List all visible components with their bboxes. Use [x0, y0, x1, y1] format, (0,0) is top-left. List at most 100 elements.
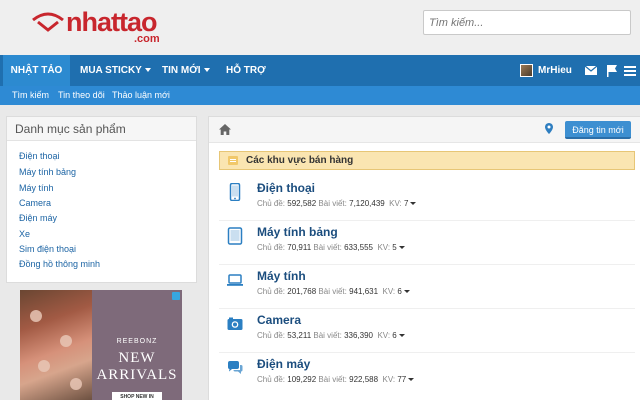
ad-headline-1: NEW	[118, 350, 156, 366]
category-stats: Chủ đề: 70,911 Bài viết: 633,555 KV: 5	[257, 243, 405, 252]
map-pin-icon[interactable]	[545, 123, 553, 134]
category-row: Máy tính bảng Chủ đề: 70,911 Bài viết: 6…	[219, 221, 635, 263]
subnav-item-tin-theo-doi[interactable]: Tin theo dõi	[58, 86, 105, 105]
ad-shop-button[interactable]: SHOP NEW IN	[112, 392, 162, 400]
stat-label: KV:	[382, 375, 396, 384]
topics-count: 109,292	[287, 375, 317, 384]
sidebar-item-dien-may[interactable]: Điện máy	[19, 213, 57, 223]
category-title[interactable]: Máy tính	[257, 269, 306, 283]
nav-item-tin-moi[interactable]: Tin mới	[162, 55, 210, 86]
chat-icon	[228, 361, 243, 374]
stat-label: Chủ đề:	[257, 199, 286, 208]
chevron-down-icon[interactable]	[398, 334, 405, 338]
sidebar-title: Danh mục sản phẩm	[7, 117, 196, 141]
stat-label: Bài viết:	[313, 331, 342, 340]
phone-icon	[229, 183, 241, 201]
stat-label: Bài viết:	[313, 243, 342, 252]
breadcrumb: Đăng tin mới	[209, 117, 640, 143]
home-icon[interactable]	[219, 124, 231, 135]
kv-count[interactable]: 6	[397, 287, 401, 296]
stat-label: Bài viết:	[318, 375, 347, 384]
sidebar-item-may-tinh[interactable]: Máy tính	[19, 183, 54, 193]
category-stats: Chủ đề: 592,582 Bài viết: 7,120,439 KV: …	[257, 199, 417, 208]
avatar	[520, 64, 533, 77]
cart-icon	[228, 156, 238, 165]
nav-item-label: Hỗ trợ	[226, 65, 266, 76]
site-logo[interactable]: nhattao .com	[30, 6, 170, 46]
sub-nav: Tìm kiếm Tin theo dõi Thảo luận mới	[0, 86, 640, 105]
ad-photo	[20, 290, 92, 400]
kv-count[interactable]: 5	[392, 243, 396, 252]
sidebar-item-dien-thoai[interactable]: Điện thoại	[19, 151, 60, 161]
user-menu[interactable]: MrHieu	[520, 60, 572, 81]
logo-sub: .com	[134, 33, 160, 45]
kv-count[interactable]: 7	[404, 199, 408, 208]
ad-brand: REEBONZ	[116, 338, 158, 345]
posts-count: 336,390	[344, 331, 373, 340]
kv-count[interactable]: 6	[392, 331, 396, 340]
category-title[interactable]: Điện máy	[257, 357, 310, 371]
sidebar-item-sim[interactable]: Sim điện thoại	[19, 244, 76, 254]
nav-item-label: Mua Sticky	[80, 65, 142, 76]
posts-count: 7,120,439	[349, 199, 385, 208]
tablet-icon	[227, 227, 243, 245]
mail-icon[interactable]	[584, 64, 598, 77]
sidebar-item-xe[interactable]: Xe	[19, 229, 30, 239]
stat-label: Bài viết:	[318, 287, 347, 296]
sidebar-item-camera[interactable]: Camera	[19, 198, 51, 208]
category-sidebar: Danh mục sản phẩm Điện thoại Máy tính bả…	[6, 116, 197, 283]
search-input[interactable]	[423, 10, 631, 35]
nav-item-ho-tro[interactable]: Hỗ trợ	[226, 55, 266, 86]
section-header: Các khu vực bán hàng	[219, 151, 635, 170]
flag-icon[interactable]	[605, 64, 619, 77]
sidebar-item-may-tinh-bang[interactable]: Máy tính bảng	[19, 167, 76, 177]
logo-icon	[32, 12, 64, 32]
nav-item-home[interactable]: Nhật Tảo	[3, 55, 70, 86]
chevron-down-icon[interactable]	[410, 202, 417, 206]
chevron-down-icon[interactable]	[403, 290, 410, 294]
kv-count[interactable]: 77	[397, 375, 406, 384]
laptop-icon	[227, 274, 243, 286]
section-title: Các khu vực bán hàng	[246, 155, 354, 166]
chevron-down-icon[interactable]	[408, 378, 415, 382]
category-row: Điện thoại Chủ đề: 592,582 Bài viết: 7,1…	[219, 177, 635, 219]
ad-info-icon[interactable]	[172, 292, 180, 300]
subnav-item-thao-luan-moi[interactable]: Thảo luận mới	[112, 86, 170, 105]
posts-count: 922,588	[349, 375, 379, 384]
post-new-button[interactable]: Đăng tin mới	[565, 121, 631, 139]
subnav-item-tim-kiem[interactable]: Tìm kiếm	[12, 86, 49, 105]
category-title[interactable]: Camera	[257, 313, 301, 327]
category-stats: Chủ đề: 53,211 Bài viết: 336,390 KV: 6	[257, 331, 405, 340]
category-title[interactable]: Điện thoại	[257, 181, 315, 195]
topics-count: 70,911	[287, 243, 312, 252]
menu-icon[interactable]	[624, 64, 638, 77]
stat-label: KV:	[389, 199, 402, 208]
stat-label: Chủ đề:	[257, 287, 286, 296]
topics-count: 53,211	[287, 331, 312, 340]
main-content: Đăng tin mới Các khu vực bán hàng Điện t…	[208, 116, 640, 400]
sidebar-item-dong-ho[interactable]: Đồng hồ thông minh	[19, 259, 100, 269]
stat-label: Chủ đề:	[257, 375, 286, 384]
category-row: Máy tính Chủ đề: 201,768 Bài viết: 941,6…	[219, 265, 635, 307]
posts-count: 941,631	[349, 287, 379, 296]
topics-count: 201,768	[287, 287, 317, 296]
nav-item-mua-sticky[interactable]: Mua Sticky	[80, 55, 151, 86]
ad-headline-2: ARRIVALS	[96, 367, 178, 383]
stat-label: KV:	[382, 287, 396, 296]
category-row: Điện máy Chủ đề: 109,292 Bài viết: 922,5…	[219, 353, 635, 395]
category-row: Camera Chủ đề: 53,211 Bài viết: 336,390 …	[219, 309, 635, 351]
category-stats: Chủ đề: 201,768 Bài viết: 941,631 KV: 6	[257, 287, 410, 296]
main-nav: Nhật Tảo Mua Sticky Tin mới Hỗ trợ MrHie…	[0, 55, 640, 86]
stat-label: KV:	[377, 331, 391, 340]
ad-banner[interactable]: REEBONZ NEW ARRIVALS SHOP NEW IN	[20, 290, 182, 400]
ad-panel: REEBONZ NEW ARRIVALS SHOP NEW IN	[92, 290, 182, 400]
category-title[interactable]: Máy tính bảng	[257, 225, 338, 239]
chevron-down-icon[interactable]	[398, 246, 405, 250]
posts-count: 633,555	[344, 243, 373, 252]
username: MrHieu	[538, 65, 572, 76]
camera-icon	[227, 317, 243, 330]
site-header: nhattao .com	[0, 0, 640, 55]
category-stats: Chủ đề: 109,292 Bài viết: 922,588 KV: 77	[257, 375, 415, 384]
stat-label: KV:	[377, 243, 391, 252]
topics-count: 592,582	[287, 199, 317, 208]
